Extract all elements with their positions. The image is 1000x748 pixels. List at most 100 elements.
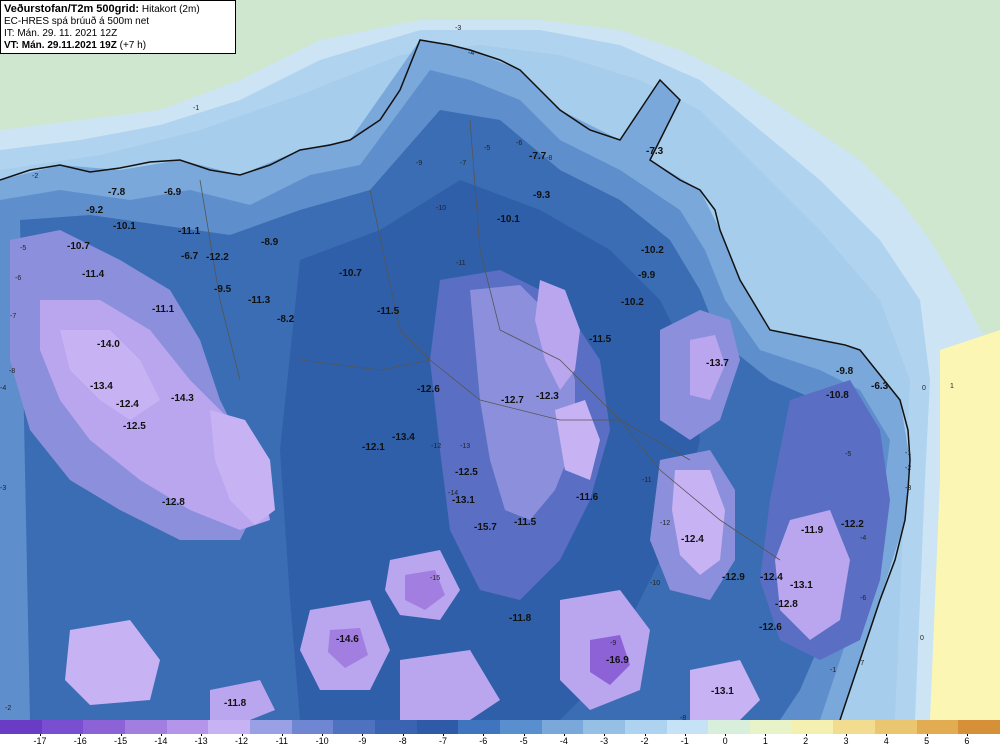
- temperature-value-label: -12.4: [760, 572, 783, 583]
- temperature-value-label: -12.5: [123, 421, 146, 432]
- contour-label: -9: [610, 640, 616, 647]
- scale-tick-label: -1: [680, 736, 689, 746]
- contour-label: -1: [193, 105, 199, 112]
- temperature-value-label: -11.4: [82, 269, 105, 280]
- temperature-value-label: -9.3: [533, 190, 551, 201]
- map-title-main: Veðurstofan/T2m 500grid:: [4, 3, 140, 15]
- it-line: IT: Mán. 29. 11. 2021 12Z: [4, 28, 118, 39]
- scale-swatch: [708, 720, 751, 734]
- temperature-value-label: -10.7: [67, 241, 90, 252]
- temperature-value-label: -12.5: [455, 467, 478, 478]
- contour-label: 0: [920, 635, 924, 642]
- temperature-value-label: -15.7: [474, 522, 497, 533]
- temperature-value-label: -13.4: [90, 381, 113, 392]
- temperature-value-label: -14.3: [171, 393, 194, 404]
- temperature-value-label: -12.8: [775, 599, 798, 610]
- temperature-value-label: -7.3: [646, 146, 664, 157]
- temperature-value-label: -9.2: [86, 205, 104, 216]
- temperature-value-label: -12.6: [759, 622, 782, 633]
- scale-swatch: [416, 720, 460, 734]
- contour-label: -5: [20, 245, 26, 252]
- temperature-value-label: -11.1: [152, 304, 175, 315]
- contour-label: 0: [922, 385, 926, 392]
- scale-swatch: [958, 720, 1000, 734]
- temperature-value-label: -11.8: [224, 698, 247, 709]
- contour-label: -12: [431, 443, 441, 450]
- temperature-value-label: -12.6: [417, 384, 440, 395]
- temperature-value-label: -12.2: [841, 519, 864, 530]
- contour-label: -10: [650, 580, 660, 587]
- temperature-value-label: -12.1: [362, 442, 385, 453]
- scale-tick-label: 1: [762, 736, 768, 746]
- contour-label: -4: [860, 535, 866, 542]
- scale-swatch: [916, 720, 960, 734]
- temperature-value-label: -11.5: [377, 306, 400, 317]
- vt-offset: (+7 h): [116, 40, 147, 51]
- temperature-value-label: -14.6: [336, 634, 359, 645]
- contour-label: -5: [845, 451, 851, 458]
- scale-tick-label: -17: [33, 736, 47, 746]
- contour-label: -1: [830, 667, 836, 674]
- temperature-value-label: -16.9: [606, 655, 629, 666]
- contour-label: -13: [460, 443, 470, 450]
- temperature-value-label: -8.9: [261, 237, 279, 248]
- scale-tick-label: -15: [114, 736, 128, 746]
- contour-label: -2: [32, 173, 38, 180]
- temperature-value-label: -13.1: [711, 686, 734, 697]
- temperature-value-label: -9.8: [836, 366, 854, 377]
- temperature-value-label: -13.4: [392, 432, 415, 443]
- contour-label: -8: [9, 368, 15, 375]
- contour-label: -6: [860, 595, 866, 602]
- temperature-value-label: -10.7: [339, 268, 362, 279]
- map-info-box: Veðurstofan/T2m 500grid: Hitakort (2m) E…: [0, 0, 236, 54]
- contour-label: -3: [455, 25, 461, 32]
- contour-label: -12: [660, 520, 670, 527]
- scale-swatch: [291, 720, 335, 734]
- temperature-value-label: -14.0: [97, 339, 120, 350]
- temperature-value-label: -9.9: [638, 270, 656, 281]
- temperature-value-label: -12.8: [162, 497, 185, 508]
- scale-tick-label: -9: [358, 736, 367, 746]
- model-line: EC-HRES spá brúuð á 500m net: [4, 16, 150, 27]
- contour-label: -7: [10, 313, 16, 320]
- scale-tick-label: 6: [964, 736, 970, 746]
- temperature-value-label: -13.1: [790, 580, 813, 591]
- contour-label: 1: [950, 383, 954, 390]
- temperature-value-label: -10.2: [641, 245, 664, 256]
- scale-swatch: [625, 720, 668, 734]
- temperature-value-label: -12.4: [116, 399, 139, 410]
- scale-tick-label: 3: [843, 736, 849, 746]
- temperature-value-label: -12.2: [206, 252, 229, 263]
- contour-label: -3: [0, 485, 6, 492]
- scale-swatch: [833, 720, 876, 734]
- contour-label: -15: [430, 575, 440, 582]
- scale-swatch: [458, 720, 501, 734]
- temperature-value-label: -7.8: [108, 187, 126, 198]
- scale-swatch: [83, 720, 126, 734]
- contour-label: -4: [468, 50, 474, 57]
- contour-label: -8: [546, 155, 552, 162]
- contour-label: -5: [484, 145, 490, 152]
- scale-swatch: [166, 720, 210, 734]
- scale-swatch: [125, 720, 168, 734]
- color-scale: -17 -16 -15 -14 -13 -12 -11 -10 -9 -8 -7 -6 -5 -4 -3 -2…: [0, 720, 1000, 748]
- temperature-value-label: -11.6: [576, 492, 599, 503]
- scale-swatch: [41, 720, 85, 734]
- contour-label: -3: [905, 485, 911, 492]
- contour-label: -7: [858, 660, 864, 667]
- contour-label: -14: [448, 490, 458, 497]
- temperature-value-label: -11.1: [178, 226, 201, 237]
- map-title: Veðurstofan/T2m 500grid: Hitakort (2m): [4, 3, 232, 16]
- temperature-value-label: -6.3: [871, 381, 889, 392]
- scale-swatch: [500, 720, 543, 734]
- temperature-value-label: -13.7: [706, 358, 729, 369]
- temperature-value-label: -11.8: [509, 613, 532, 624]
- temperature-value-label: -10.1: [497, 214, 520, 225]
- contour-label: -11: [456, 260, 466, 267]
- scale-tick-label: -5: [519, 736, 528, 746]
- scale-tick-label: -13: [194, 736, 208, 746]
- scale-tick-label: -16: [73, 736, 87, 746]
- contour-label: -11: [642, 477, 652, 484]
- temperature-value-label: -12.7: [501, 395, 524, 406]
- vt-line: VT: Mán. 29.11.2021 19Z: [4, 40, 117, 51]
